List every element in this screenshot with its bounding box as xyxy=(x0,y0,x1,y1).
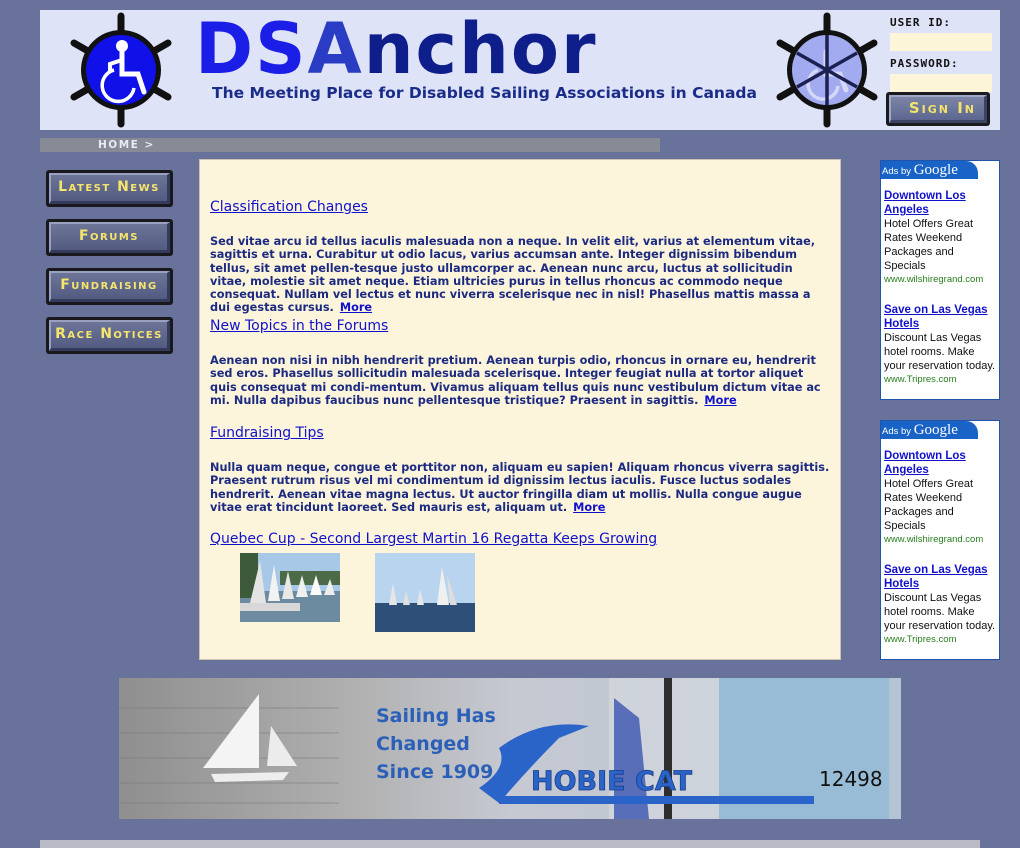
ad-item: Save on Las Vegas Hotels Discount Las Ve… xyxy=(881,303,999,387)
breadcrumb: HOME > xyxy=(40,138,660,152)
article-fundraising-tips: Fundraising Tips Nulla quam neque, congu… xyxy=(210,415,832,514)
more-link[interactable]: More xyxy=(573,501,605,514)
banner-headline-1: Sailing Has xyxy=(376,705,496,727)
nav-label: Forums xyxy=(49,222,170,253)
sailboats-docked-photo[interactable] xyxy=(240,553,340,622)
ad-title-link[interactable]: Downtown Los Angeles xyxy=(884,449,996,477)
article-title-link[interactable]: Classification Changes xyxy=(210,199,368,215)
article-text: Sed vitae arcu id tellus iaculis malesua… xyxy=(210,235,816,315)
user-id-label: USER ID: xyxy=(890,16,951,29)
ad-description: Discount Las Vegas hotel rooms. Make you… xyxy=(884,592,996,632)
ad-description: Hotel Offers Great Rates Weekend Package… xyxy=(884,478,974,532)
site-header: DSAnchor The Meeting Place for Disabled … xyxy=(40,10,1000,130)
ads-by-google-header[interactable]: Ads by Google xyxy=(881,421,978,439)
more-link[interactable]: More xyxy=(704,394,736,407)
ads-by-label: Ads by xyxy=(882,426,914,437)
google-ad-box: Ads by Google Downtown Los Angeles Hotel… xyxy=(880,160,1000,400)
ad-url[interactable]: www.Tripres.com xyxy=(884,633,996,647)
hobie-cat-logo-text: HOBIE CAT xyxy=(531,766,693,797)
password-input[interactable] xyxy=(890,74,992,92)
nav-label: Fundraising xyxy=(49,271,170,302)
nav-latest-news-button[interactable]: Latest News xyxy=(46,170,173,207)
user-id-input[interactable] xyxy=(890,33,992,51)
nav-forums-button[interactable]: Forums xyxy=(46,219,173,256)
ad-title-link[interactable]: Save on Las Vegas Hotels xyxy=(884,303,996,331)
ships-wheel-faded-wheelchair-icon xyxy=(776,12,878,128)
sidebar-nav: Latest News Forums Fundraising Race Noti… xyxy=(46,170,174,366)
article-quebec-cup: Quebec Cup - Second Largest Martin 16 Re… xyxy=(210,521,832,549)
banner-artwork: Sailing Has Changed Since 1909 HOBIE CAT… xyxy=(119,678,901,819)
ad-title-link[interactable]: Downtown Los Angeles xyxy=(884,189,996,217)
google-ad-box: Ads by Google Downtown Los Angeles Hotel… xyxy=(880,420,1000,660)
article-title-link[interactable]: Fundraising Tips xyxy=(210,425,324,441)
ships-wheel-wheelchair-icon xyxy=(70,12,172,128)
banner-headline-3: Since 1909 xyxy=(376,761,493,783)
ad-url[interactable]: www.Tripres.com xyxy=(884,373,996,387)
ad-item: Save on Las Vegas Hotels Discount Las Ve… xyxy=(881,563,999,647)
ads-by-google-header[interactable]: Ads by Google xyxy=(881,161,978,179)
password-label: PASSWORD: xyxy=(890,57,959,70)
article-title-link[interactable]: Quebec Cup - Second Largest Martin 16 Re… xyxy=(210,531,657,547)
google-logo: Google xyxy=(913,422,958,438)
site-tagline: The Meeting Place for Disabled Sailing A… xyxy=(212,84,757,102)
article-classification-changes: Classification Changes Sed vitae arcu id… xyxy=(210,189,832,315)
logo-nchor: nchor xyxy=(363,8,598,90)
ad-item: Downtown Los Angeles Hotel Offers Great … xyxy=(881,449,999,547)
ads-by-label: Ads by xyxy=(882,166,914,177)
nav-label: Latest News xyxy=(49,173,170,204)
sign-in-button[interactable]: Sign In xyxy=(886,92,990,126)
main-content: Classification Changes Sed vitae arcu id… xyxy=(199,159,841,660)
nav-fundraising-button[interactable]: Fundraising xyxy=(46,268,173,305)
breadcrumb-home-link[interactable]: HOME > xyxy=(98,138,155,152)
article-body: Nulla quam neque, congue et porttitor no… xyxy=(210,461,832,514)
login-form: USER ID: PASSWORD: xyxy=(890,14,994,98)
banner-headline-2: Changed xyxy=(376,733,470,755)
sail-number: 12498 xyxy=(819,767,883,791)
logo-a: A xyxy=(307,8,364,90)
site-logo[interactable]: DSAnchor xyxy=(195,12,598,86)
hobie-cat-banner-ad[interactable]: Sailing Has Changed Since 1909 HOBIE CAT… xyxy=(119,678,901,819)
ad-url[interactable]: www.wilshiregrand.com xyxy=(884,533,996,547)
ad-description: Discount Las Vegas hotel rooms. Make you… xyxy=(884,332,996,372)
nav-race-notices-button[interactable]: Race Notices xyxy=(46,317,173,354)
nav-label: Race Notices xyxy=(49,320,170,351)
article-body: Sed vitae arcu id tellus iaculis malesua… xyxy=(210,235,832,315)
ad-title-link[interactable]: Save on Las Vegas Hotels xyxy=(884,563,996,591)
ad-description: Hotel Offers Great Rates Weekend Package… xyxy=(884,218,974,272)
sign-in-label: Sign In xyxy=(889,95,987,123)
google-logo: Google xyxy=(913,162,958,178)
article-body: Aenean non nisi in nibh hendrerit pretiu… xyxy=(210,354,832,407)
article-new-topics: New Topics in the Forums Aenean non nisi… xyxy=(210,308,832,407)
footer-bar xyxy=(40,840,980,848)
logo-ds: DS xyxy=(195,8,308,90)
ad-item: Downtown Los Angeles Hotel Offers Great … xyxy=(881,189,999,287)
sailboats-racing-photo[interactable] xyxy=(375,553,475,632)
article-text: Nulla quam neque, congue et porttitor no… xyxy=(210,461,830,514)
ad-url[interactable]: www.wilshiregrand.com xyxy=(884,273,996,287)
article-title-link[interactable]: New Topics in the Forums xyxy=(210,318,388,334)
